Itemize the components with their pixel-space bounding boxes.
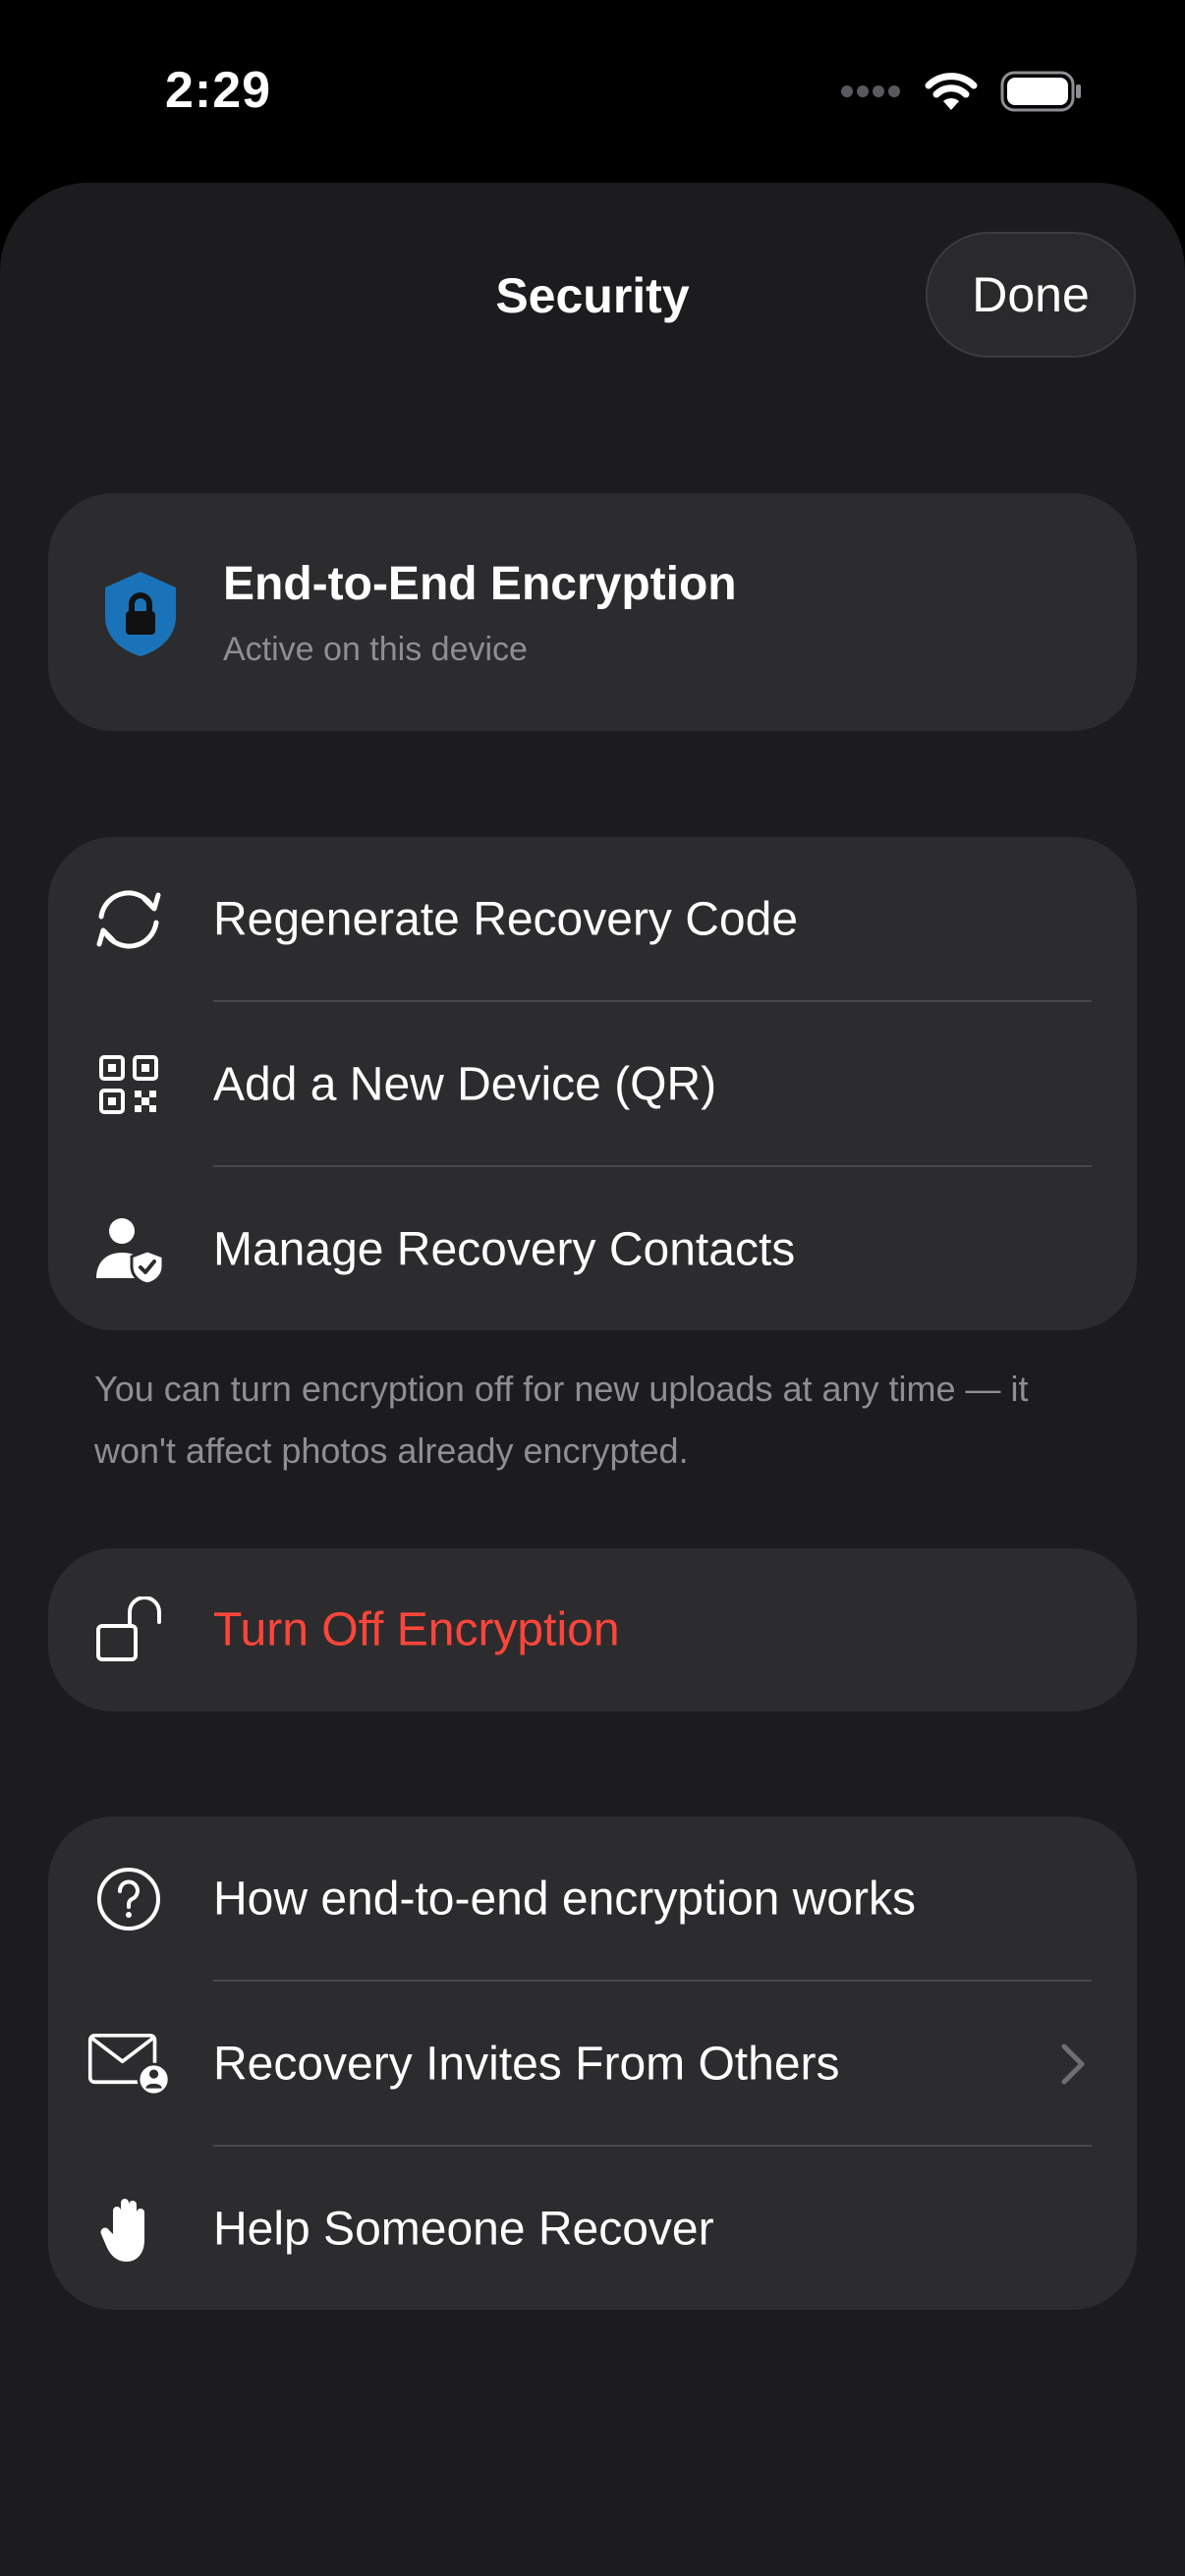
manage-recovery-contacts-label: Manage Recovery Contacts (213, 1223, 796, 1275)
battery-icon (1000, 71, 1081, 112)
help-someone-recover-row[interactable]: Help Someone Recover (48, 2147, 1137, 2311)
manage-recovery-contacts-row[interactable]: Manage Recovery Contacts (48, 1167, 1137, 1331)
refresh-icon (87, 878, 170, 961)
turn-off-encryption-label: Turn Off Encryption (213, 1603, 620, 1656)
done-button[interactable]: Done (926, 232, 1136, 358)
question-circle-icon (87, 1858, 170, 1940)
status-bar: 2:29 (0, 0, 1185, 183)
qr-code-icon (87, 1043, 170, 1126)
encryption-status-subtitle: Active on this device (223, 631, 528, 668)
help-card: How end-to-end encryption works Recovery… (48, 1817, 1137, 2310)
encryption-status-title: End-to-End Encryption (223, 558, 737, 610)
encryption-actions-card: Regenerate Recovery Code Add a New Devic… (48, 837, 1137, 1330)
unlock-icon (87, 1589, 170, 1671)
recovery-invites-row[interactable]: Recovery Invites From Others (48, 1982, 1137, 2146)
recovery-invites-label: Recovery Invites From Others (213, 2038, 840, 2090)
add-new-device-label: Add a New Device (QR) (213, 1058, 717, 1110)
how-encryption-works-row[interactable]: How end-to-end encryption works (48, 1817, 1137, 1981)
turn-off-encryption-row[interactable]: Turn Off Encryption (48, 1548, 1137, 1711)
status-icons (841, 71, 1083, 112)
encryption-status-card: End-to-End Encryption Active on this dev… (48, 493, 1137, 731)
how-encryption-works-label: How end-to-end encryption works (213, 1873, 917, 1925)
help-someone-recover-label: Help Someone Recover (213, 2203, 714, 2255)
regenerate-recovery-code-row[interactable]: Regenerate Recovery Code (48, 837, 1137, 1001)
turn-off-encryption-button[interactable]: Turn Off Encryption (48, 1548, 1137, 1711)
wifi-icon (925, 73, 978, 110)
shield-lock-icon (101, 570, 180, 658)
regenerate-recovery-code-label: Regenerate Recovery Code (213, 893, 799, 945)
envelope-person-icon (87, 2023, 170, 2105)
add-new-device-row[interactable]: Add a New Device (QR) (48, 1002, 1137, 1166)
hand-icon (87, 2188, 170, 2270)
encryption-footnote: You can turn encryption off for new uplo… (94, 1369, 1029, 1471)
person-shield-icon (87, 1208, 170, 1291)
status-time: 2:29 (165, 62, 272, 119)
signal-dots-icon (841, 85, 900, 97)
chevron-right-icon (1061, 2044, 1085, 2084)
